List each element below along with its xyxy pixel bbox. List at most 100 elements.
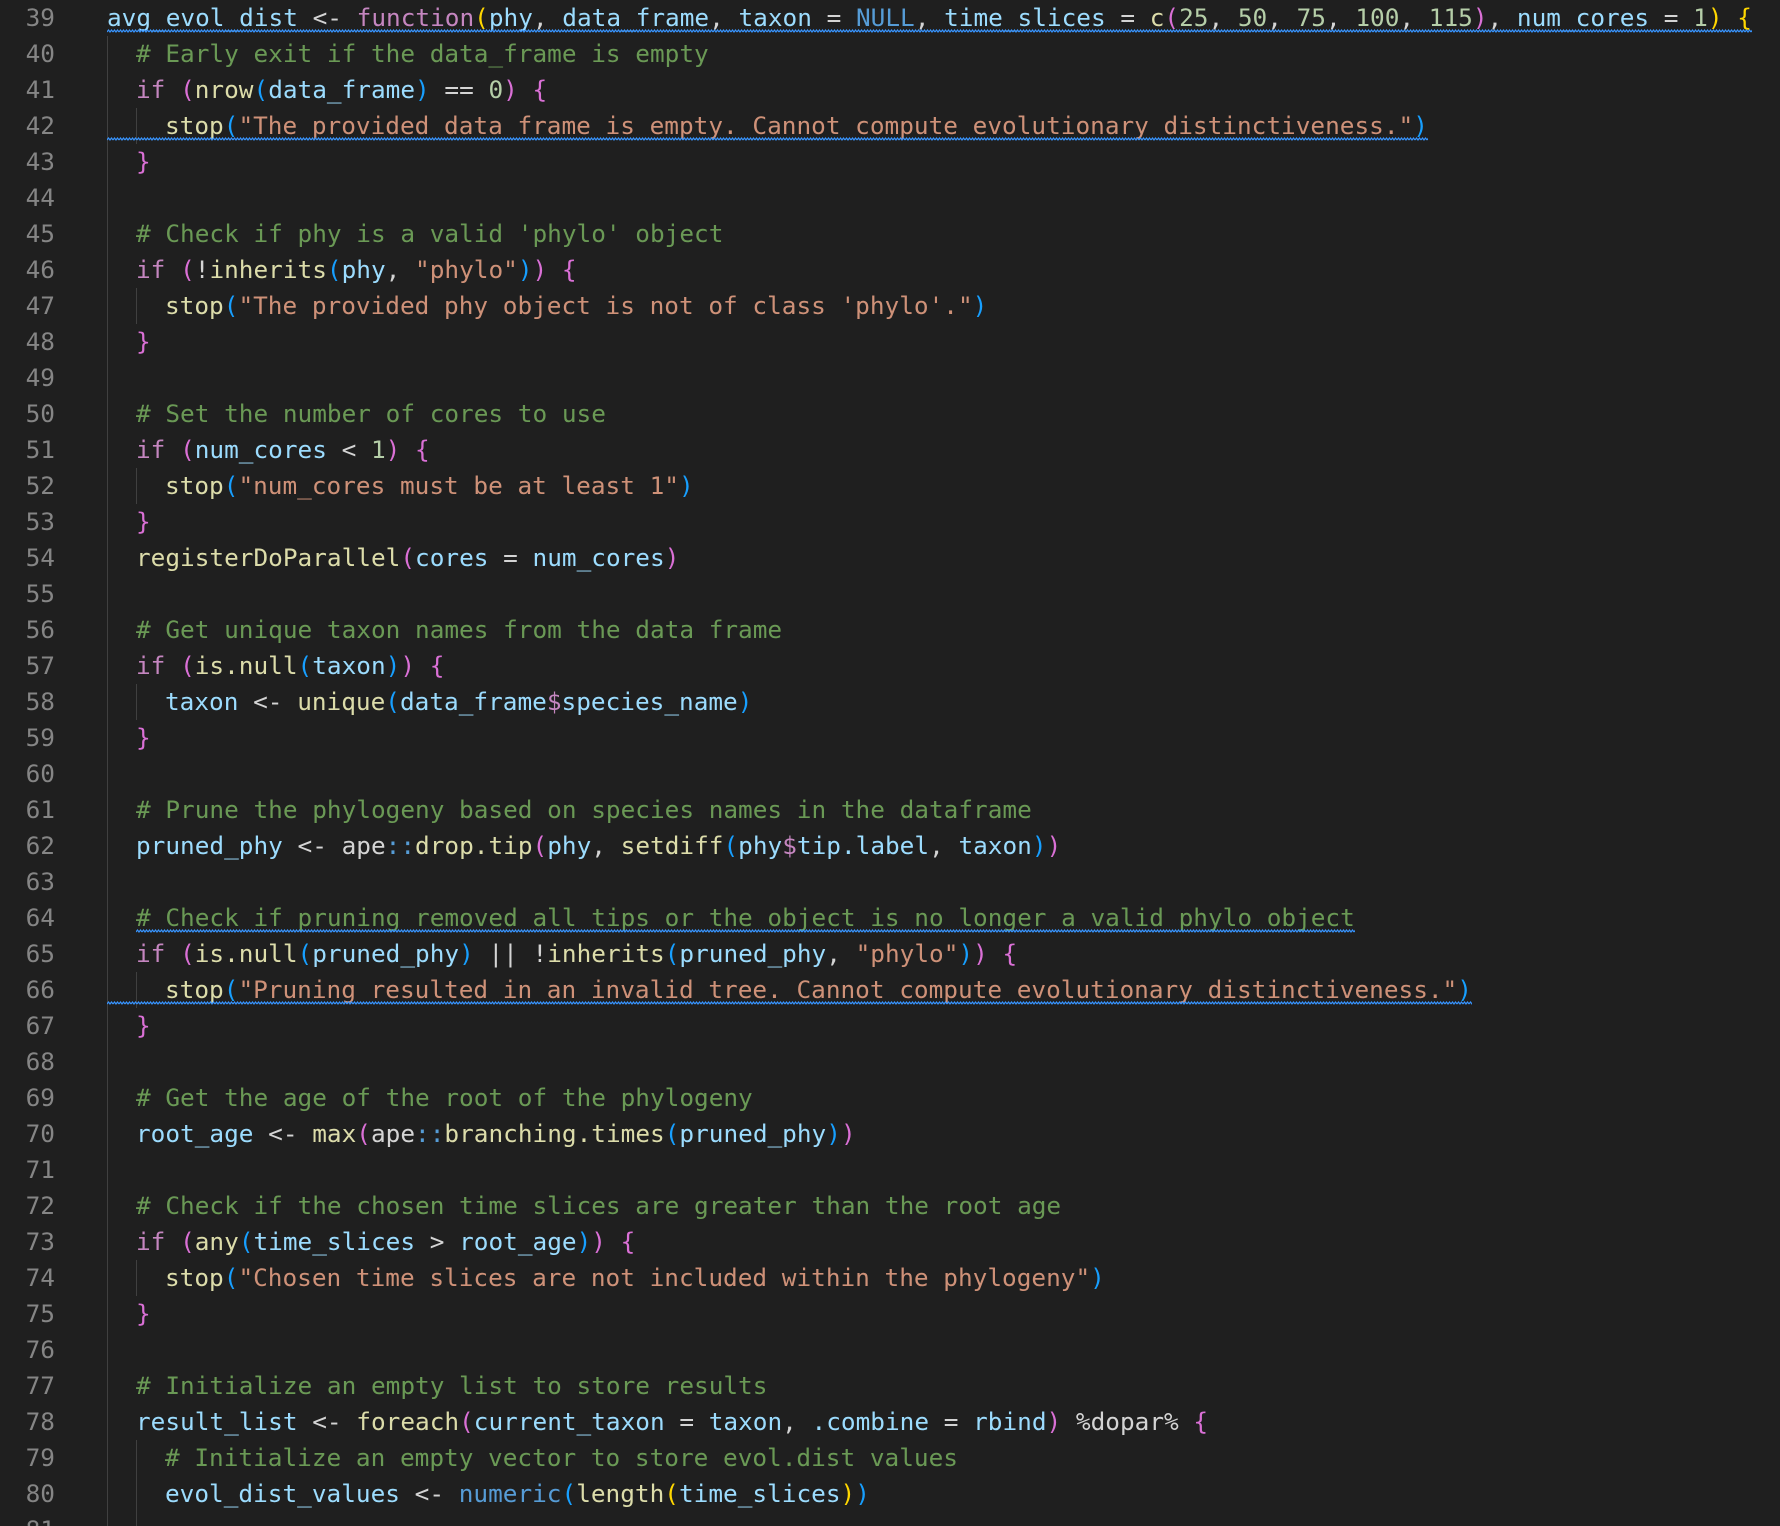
- code-line[interactable]: 63: [0, 864, 1780, 900]
- code-line[interactable]: 43}: [0, 144, 1780, 180]
- code-line[interactable]: 47 stop("The provided phy object is not o…: [0, 288, 1780, 324]
- code-line[interactable]: 51 if (num_cores < 1) {: [0, 432, 1780, 468]
- code-token: (: [1164, 3, 1180, 32]
- indent-guide: [136, 1260, 137, 1296]
- code-text: if (nrow(data_frame) == 0) {: [136, 72, 547, 108]
- code-line[interactable]: 66 stop("Pruning resulted in an invalid t…: [0, 972, 1780, 1008]
- code-token: (: [723, 831, 739, 860]
- code-line[interactable]: 75}: [0, 1296, 1780, 1332]
- code-token: ,: [914, 3, 945, 32]
- code-line[interactable]: 60: [0, 756, 1780, 792]
- code-token: (: [532, 831, 548, 860]
- code-token: time_slices: [678, 1479, 841, 1508]
- code-text: root_age <- max(ape::branching.times(pru…: [136, 1116, 856, 1152]
- code-line[interactable]: 55: [0, 576, 1780, 612]
- code-line[interactable]: 48}: [0, 324, 1780, 360]
- code-line[interactable]: 57 if (is.null(taxon)) {: [0, 648, 1780, 684]
- line-number: 62: [25, 831, 55, 860]
- code-line[interactable]: 72 # Check if the chosen time slices are …: [0, 1188, 1780, 1224]
- code-line[interactable]: 44: [0, 180, 1780, 216]
- code-line[interactable]: 78 result_list <- foreach(current_taxon =…: [0, 1404, 1780, 1440]
- code-line[interactable]: 41 if (nrow(data_frame) == 0) {: [0, 72, 1780, 108]
- code-line[interactable]: 58 taxon <- unique(data_frame$species_nam…: [0, 684, 1780, 720]
- code-line[interactable]: 52 stop("num_cores must be at least 1"): [0, 468, 1780, 504]
- code-line[interactable]: 50 # Set the number of cores to use: [0, 396, 1780, 432]
- code-line[interactable]: 65 if (is.null(pruned_phy) || !inherits(p…: [0, 936, 1780, 972]
- code-line[interactable]: 77 # Initialize an empty list to store re…: [0, 1368, 1780, 1404]
- code-token: =: [664, 1407, 709, 1436]
- code-text: stop("The provided phy object is not of …: [165, 288, 987, 324]
- code-token: =: [929, 1407, 974, 1436]
- line-number: 58: [25, 687, 55, 716]
- code-token: ): [1457, 975, 1472, 1004]
- code-line[interactable]: 71: [0, 1152, 1780, 1188]
- code-line[interactable]: 49: [0, 360, 1780, 396]
- code-token: num_cores: [532, 543, 665, 572]
- indent-guide: [107, 720, 108, 756]
- line-number: 41: [25, 75, 55, 104]
- code-token: pruned_phy: [679, 939, 827, 968]
- code-text: }: [136, 1296, 151, 1332]
- diagnostic-squiggle[interactable]: [107, 1001, 1472, 1006]
- code-token: # Get unique taxon names from the data f…: [136, 615, 783, 644]
- diagnostic-squiggle[interactable]: [107, 29, 1752, 34]
- code-token: {: [532, 75, 548, 104]
- code-token: (: [223, 975, 239, 1004]
- code-line[interactable]: 80 evol_dist_values <- numeric(length(tim…: [0, 1476, 1780, 1512]
- code-line[interactable]: 59}: [0, 720, 1780, 756]
- code-token: !: [194, 255, 210, 284]
- code-token: ): [840, 1119, 856, 1148]
- diagnostic-squiggle[interactable]: [136, 929, 1355, 934]
- code-line[interactable]: 40 # Early exit if the data_frame is empt…: [0, 36, 1780, 72]
- code-line[interactable]: 54 registerDoParallel(cores = num_cores): [0, 540, 1780, 576]
- indent-guide: [107, 1080, 108, 1116]
- code-token: ): [840, 1479, 856, 1508]
- line-number: 70: [25, 1119, 55, 1148]
- code-line[interactable]: 46 if (!inherits(phy, "phylo")) {: [0, 252, 1780, 288]
- indent-guide: [107, 900, 108, 936]
- code-token: ): [855, 1479, 870, 1508]
- code-token: ||: [473, 939, 533, 968]
- diagnostic-squiggle[interactable]: [107, 137, 1428, 142]
- code-line[interactable]: 62 pruned_phy <- ape::drop.tip(phy, setdi…: [0, 828, 1780, 864]
- code-line[interactable]: 70 root_age <- max(ape::branching.times(p…: [0, 1116, 1780, 1152]
- indent-guide: [107, 396, 108, 432]
- code-line[interactable]: 67}: [0, 1008, 1780, 1044]
- code-token: unique: [297, 687, 386, 716]
- line-number: 44: [25, 183, 55, 212]
- code-line[interactable]: 74 stop("Chosen time slices are not inclu…: [0, 1260, 1780, 1296]
- code-token: $: [546, 687, 562, 716]
- code-token: # Set the number of cores to use: [136, 399, 606, 428]
- code-line[interactable]: 73 if (any(time_slices > root_age)) {: [0, 1224, 1780, 1260]
- code-editor[interactable]: 39 avg_evol_dist <- function(phy, data_fr…: [0, 0, 1780, 1526]
- code-line[interactable]: 76: [0, 1332, 1780, 1368]
- line-number: 78: [25, 1407, 55, 1436]
- indent-guide: [136, 1440, 137, 1476]
- indent-guide: [107, 828, 108, 864]
- code-line[interactable]: 81: [0, 1512, 1780, 1526]
- code-token: (: [356, 1119, 371, 1148]
- code-text: pruned_phy <- ape::drop.tip(phy, setdiff…: [136, 828, 1061, 864]
- code-line[interactable]: 39 avg_evol_dist <- function(phy, data_fr…: [0, 0, 1780, 36]
- code-line[interactable]: 68: [0, 1044, 1780, 1080]
- code-token: if: [136, 1227, 166, 1256]
- code-token: result_list: [136, 1407, 298, 1436]
- code-line[interactable]: 61 # Prune the phylogeny based on species…: [0, 792, 1780, 828]
- code-line[interactable]: 53}: [0, 504, 1780, 540]
- code-line[interactable]: 64 # Check if pruning removed all tips or…: [0, 900, 1780, 936]
- code-token: root_age: [136, 1119, 254, 1148]
- code-line[interactable]: 42 stop("The provided data frame is empty…: [0, 108, 1780, 144]
- code-line[interactable]: 69 # Get the age of the root of the phylo…: [0, 1080, 1780, 1116]
- line-number: 60: [25, 759, 55, 788]
- code-token: phy: [547, 831, 592, 860]
- line-number: 73: [25, 1227, 55, 1256]
- line-number: 56: [25, 615, 55, 644]
- code-token: NULL: [856, 3, 915, 32]
- code-token: (: [664, 1119, 680, 1148]
- code-token: nrow: [194, 75, 254, 104]
- code-line[interactable]: 45 # Check if phy is a valid 'phylo' obje…: [0, 216, 1780, 252]
- code-token: (: [180, 651, 195, 680]
- code-text: # Get the age of the root of the phyloge…: [136, 1080, 753, 1116]
- code-line[interactable]: 79 # Initialize an empty vector to store …: [0, 1440, 1780, 1476]
- code-line[interactable]: 56 # Get unique taxon names from the data…: [0, 612, 1780, 648]
